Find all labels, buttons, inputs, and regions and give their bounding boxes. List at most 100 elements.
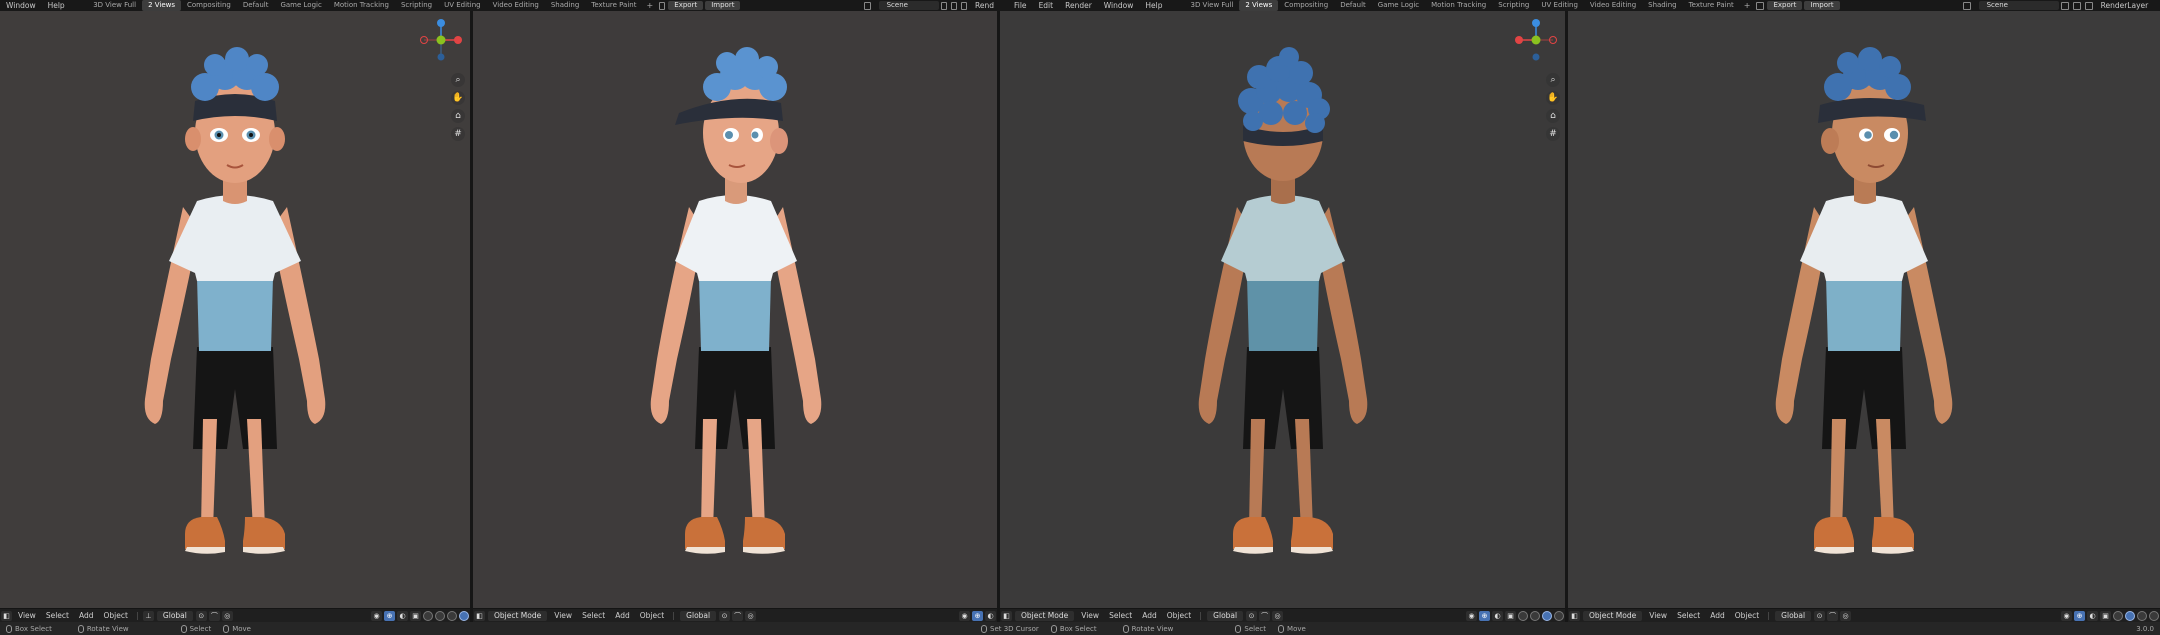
tab-uv-editing[interactable]: UV Editing — [438, 0, 487, 11]
grid-icon[interactable]: # — [1546, 127, 1560, 141]
xray-icon[interactable]: ▣ — [410, 610, 421, 621]
transform-orientation-icon[interactable]: ⊥ — [142, 610, 154, 621]
tab-video-editing[interactable]: Video Editing — [487, 0, 545, 11]
menu-add[interactable]: Add — [74, 611, 99, 620]
menu-object[interactable]: Object — [98, 611, 132, 620]
tab-2-views[interactable]: 2 Views — [142, 0, 181, 11]
editor-type-button[interactable]: ◧ — [474, 610, 485, 621]
snap-icon[interactable]: ⌒ — [208, 610, 220, 621]
proportional-edit-icon[interactable]: ◎ — [1272, 610, 1284, 621]
menu-view[interactable]: View — [1644, 611, 1672, 620]
view-object-types-icon[interactable]: ◉ — [371, 610, 382, 621]
menu-window[interactable]: Window — [1098, 1, 1140, 10]
transform-orientation-dropdown[interactable]: Global — [1207, 610, 1244, 621]
snap-icon[interactable]: ⌒ — [732, 610, 744, 621]
import-button[interactable]: Import — [1804, 1, 1840, 10]
tab-video-editing[interactable]: Video Editing — [1584, 0, 1642, 11]
xray-icon[interactable]: ▣ — [1505, 610, 1516, 621]
editor-type-icon[interactable] — [1002, 2, 1006, 10]
tab-3d-view-full[interactable]: 3D View Full — [87, 0, 142, 11]
viewport-front[interactable]: ⌕ ✋ ⌂ # — [0, 11, 470, 608]
zoom-icon[interactable]: ⌕ — [451, 73, 465, 87]
tab-default[interactable]: Default — [1334, 0, 1372, 11]
tab-2-views[interactable]: 2 Views — [1239, 0, 1279, 11]
view-object-types-icon[interactable]: ◉ — [2061, 610, 2072, 621]
gizmo-toggle-icon[interactable]: ⊕ — [384, 610, 395, 621]
menu-object[interactable]: Object — [635, 611, 669, 620]
scene-field[interactable]: Scene — [1978, 1, 2059, 10]
overlays-icon[interactable]: ◐ — [1492, 610, 1503, 621]
gizmo-toggle-icon[interactable]: ⊕ — [2074, 610, 2085, 621]
menu-view[interactable]: View — [13, 611, 41, 620]
solid-shading-icon[interactable] — [435, 610, 445, 621]
transform-orientation-dropdown[interactable]: Global — [1775, 610, 1812, 621]
transform-orientation-dropdown[interactable]: Global — [680, 610, 717, 621]
object-mode-dropdown[interactable]: Object Mode — [1583, 610, 1643, 621]
pivot-icon[interactable]: ⊙ — [195, 610, 207, 621]
rendered-shading-icon[interactable] — [459, 610, 469, 621]
menu-help[interactable]: Help — [42, 1, 71, 10]
snap-icon[interactable]: ⌒ — [1827, 610, 1839, 621]
tab-shading[interactable]: Shading — [545, 0, 585, 11]
tab-scripting[interactable]: Scripting — [395, 0, 438, 11]
zoom-icon[interactable]: ⌕ — [1546, 73, 1560, 87]
add-workspace-button[interactable]: + — [1740, 1, 1755, 10]
menu-add[interactable]: Add — [1705, 611, 1730, 620]
overlays-icon[interactable]: ◐ — [2087, 610, 2098, 621]
menu-add[interactable]: Add — [610, 611, 635, 620]
scene-new-icon[interactable] — [940, 1, 947, 10]
view-object-types-icon[interactable]: ◉ — [1466, 610, 1477, 621]
wireframe-shading-icon[interactable] — [2113, 610, 2123, 621]
menu-add[interactable]: Add — [1137, 611, 1162, 620]
tab-compositing[interactable]: Compositing — [1278, 0, 1334, 11]
hand-icon[interactable]: ✋ — [1546, 91, 1560, 105]
navigation-gizmo[interactable] — [1513, 17, 1559, 63]
object-mode-dropdown[interactable]: Object Mode — [488, 610, 548, 621]
transform-orientation-dropdown[interactable]: Global — [156, 610, 193, 621]
add-workspace-button[interactable]: + — [642, 1, 657, 10]
editor-type-button[interactable]: ◧ — [1569, 610, 1580, 621]
scene-new-icon[interactable] — [2060, 1, 2069, 10]
export-button[interactable]: Export — [668, 1, 704, 10]
pivot-icon[interactable]: ⊙ — [1814, 610, 1826, 621]
viewport-three-quarter[interactable] — [1568, 11, 2160, 608]
rendered-shading-icon[interactable] — [1554, 610, 1564, 621]
tab-shading[interactable]: Shading — [1642, 0, 1682, 11]
export-button[interactable]: Export — [1767, 1, 1803, 10]
gizmo-toggle-icon[interactable]: ⊕ — [1479, 610, 1490, 621]
menu-select[interactable]: Select — [1672, 611, 1705, 620]
proportional-edit-icon[interactable]: ◎ — [221, 610, 233, 621]
proportional-edit-icon[interactable]: ◎ — [745, 610, 757, 621]
proportional-edit-icon[interactable]: ◎ — [1840, 610, 1852, 621]
scene-delete-icon[interactable] — [950, 1, 957, 10]
tab-game-logic[interactable]: Game Logic — [1372, 0, 1425, 11]
wireframe-shading-icon[interactable] — [1518, 610, 1528, 621]
tab-texture-paint[interactable]: Texture Paint — [1683, 0, 1740, 11]
menu-view[interactable]: View — [1076, 611, 1104, 620]
menu-select[interactable]: Select — [41, 611, 74, 620]
solid-shading-icon[interactable] — [2125, 610, 2135, 621]
scene-field[interactable]: Scene — [878, 1, 939, 10]
tab-uv-editing[interactable]: UV Editing — [1535, 0, 1584, 11]
menu-edit[interactable]: Edit — [1033, 1, 1060, 10]
material-shading-icon[interactable] — [447, 610, 457, 621]
material-shading-icon[interactable] — [1542, 610, 1552, 621]
grid-icon[interactable]: # — [451, 127, 465, 141]
tab-default[interactable]: Default — [237, 0, 275, 11]
navigation-gizmo[interactable] — [418, 17, 464, 63]
view-object-types-icon[interactable]: ◉ — [959, 610, 970, 621]
solid-shading-icon[interactable] — [1530, 610, 1540, 621]
editor-type-button[interactable]: ◧ — [1, 610, 12, 621]
tab-motion-tracking[interactable]: Motion Tracking — [328, 0, 395, 11]
menu-object[interactable]: Object — [1730, 611, 1764, 620]
menu-view[interactable]: View — [549, 611, 577, 620]
viewport-side[interactable] — [473, 11, 997, 608]
xray-icon[interactable]: ▣ — [2100, 610, 2111, 621]
menu-help[interactable]: Help — [1139, 1, 1168, 10]
menu-window[interactable]: Window — [0, 1, 42, 10]
import-button[interactable]: Import — [705, 1, 741, 10]
tab-compositing[interactable]: Compositing — [181, 0, 237, 11]
overlays-icon[interactable]: ◐ — [985, 610, 996, 621]
rendered-shading-icon[interactable] — [2149, 610, 2159, 621]
pivot-icon[interactable]: ⊙ — [719, 610, 731, 621]
